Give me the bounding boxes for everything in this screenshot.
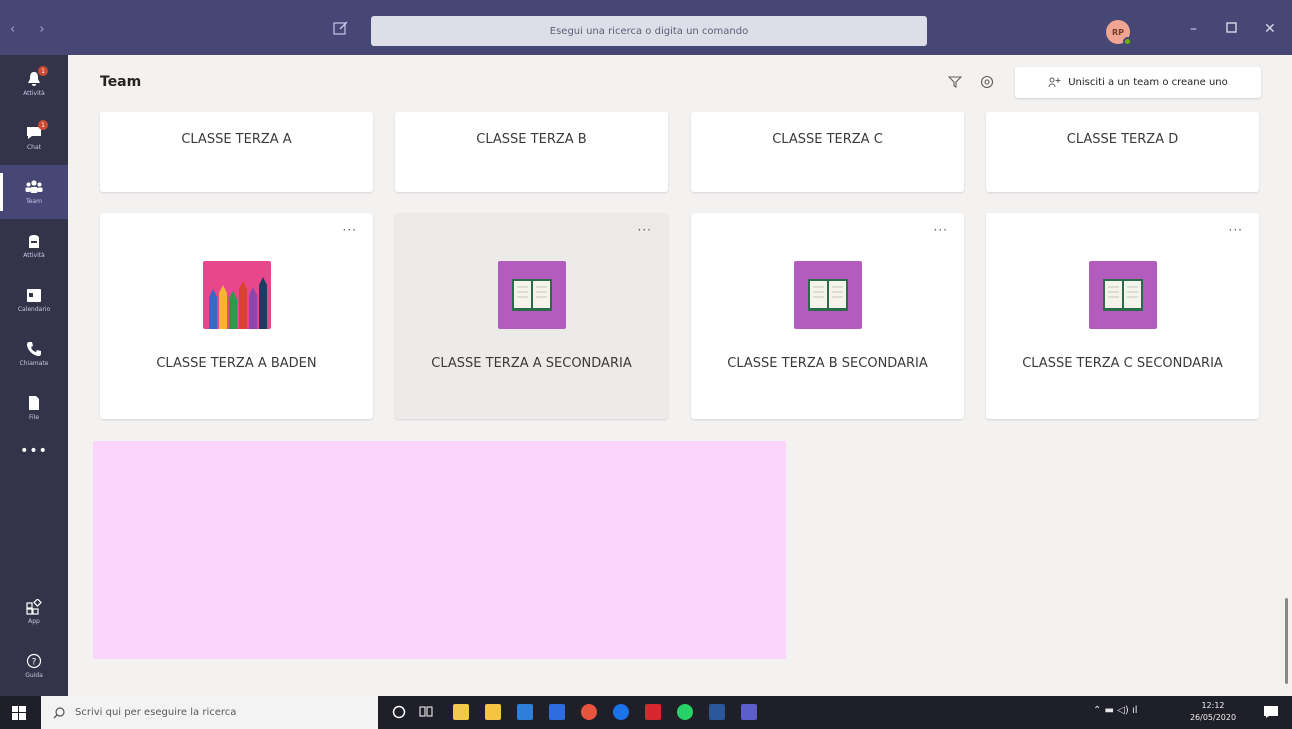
team-name: CLASSE TERZA A BADEN — [156, 356, 317, 371]
rail-item-apps[interactable]: App — [0, 585, 68, 639]
app-rail: 1 Attività 1 Chat Team Attività Calendar… — [0, 55, 68, 696]
rail-label: Calendario — [17, 306, 51, 313]
file-icon — [29, 396, 39, 410]
gear-icon[interactable] — [980, 75, 994, 89]
team-name: CLASSE TERZA A — [181, 132, 292, 147]
store-icon[interactable] — [453, 704, 469, 720]
office-icon[interactable] — [645, 704, 661, 720]
phone-icon — [27, 342, 41, 356]
teams-taskbar-icon[interactable] — [741, 704, 757, 720]
more-options-button[interactable]: ··· — [638, 223, 652, 237]
activity-badge: 1 — [38, 66, 48, 76]
help-icon: ? — [26, 653, 42, 669]
minimize-button[interactable]: – — [1190, 22, 1197, 36]
cortana-icon[interactable] — [392, 705, 406, 719]
windows-start-icon[interactable] — [12, 706, 26, 720]
add-team-icon — [1048, 77, 1061, 88]
apps-icon — [26, 599, 42, 615]
team-tile-book — [794, 261, 862, 329]
notifications-icon[interactable] — [1263, 705, 1279, 719]
team-card[interactable]: CLASSE TERZA C — [691, 112, 964, 192]
taskbar-search-input[interactable]: Scrivi qui per eseguire la ricerca — [41, 696, 378, 729]
team-tile-book — [1089, 261, 1157, 329]
avatar[interactable]: RP — [1106, 20, 1132, 46]
avatar-initials: RP — [1111, 27, 1125, 37]
rail-item-assignments[interactable]: Attività — [0, 219, 68, 273]
team-name: CLASSE TERZA D — [1066, 132, 1179, 147]
scrollbar[interactable] — [1285, 598, 1288, 684]
more-options-button[interactable]: ··· — [1229, 223, 1243, 237]
team-card[interactable]: CLASSE TERZA A — [100, 112, 373, 192]
taskbar-clock[interactable]: 12:12 26/05/2020 — [1180, 700, 1246, 724]
compose-icon[interactable] — [333, 20, 349, 36]
task-view-icon[interactable] — [419, 705, 433, 719]
svg-text:?: ? — [32, 658, 37, 668]
search-input[interactable]: Esegui una ricerca o digita un comando — [371, 16, 927, 46]
rail-label: Team — [26, 198, 42, 205]
chrome-icon[interactable] — [581, 704, 597, 720]
taskbar-search-placeholder: Scrivi qui per eseguire la ricerca — [75, 707, 237, 718]
whatsapp-icon[interactable] — [677, 704, 693, 720]
join-button-label: Unisciti a un team o creane uno — [1068, 77, 1228, 88]
rail-label: Chat — [26, 144, 42, 151]
nav-arrows[interactable]: ‹ › — [10, 22, 55, 37]
search-icon — [53, 706, 65, 718]
team-card[interactable]: ··· CLASSE TERZA A SECONDARIA — [395, 213, 668, 419]
more-apps-button[interactable]: ••• — [0, 443, 68, 459]
rail-label: Chiamate — [19, 360, 49, 367]
rail-label: App — [28, 618, 40, 625]
teams-icon — [25, 180, 43, 193]
rail-item-calendar[interactable]: Calendario — [0, 273, 68, 327]
chat-badge: 1 — [38, 120, 48, 130]
team-tile-pencils — [203, 261, 271, 329]
presence-indicator — [1123, 37, 1132, 46]
team-card[interactable]: ··· CLASSE TERZA B SECONDARIA — [691, 213, 964, 419]
clock-date: 26/05/2020 — [1189, 713, 1237, 722]
rail-item-files[interactable]: File — [0, 381, 68, 435]
rail-label: Attività — [23, 90, 45, 97]
maximize-icon — [1226, 22, 1237, 33]
rail-item-teams[interactable]: Team — [0, 165, 68, 219]
rail-item-activity[interactable]: 1 Attività — [0, 57, 68, 111]
team-name: CLASSE TERZA A SECONDARIA — [431, 356, 632, 371]
rail-item-calls[interactable]: Chiamate — [0, 327, 68, 381]
rail-label: File — [28, 414, 40, 421]
highlight-overlay — [93, 441, 786, 659]
calendar-icon — [27, 289, 41, 302]
team-name: CLASSE TERZA B — [476, 132, 587, 147]
team-card[interactable]: CLASSE TERZA D — [986, 112, 1259, 192]
book-icon — [1103, 279, 1143, 311]
book-icon — [512, 279, 552, 311]
book-icon — [808, 279, 848, 311]
team-name: CLASSE TERZA C — [772, 132, 883, 147]
close-button[interactable]: ✕ — [1264, 22, 1276, 36]
more-options-button[interactable]: ··· — [343, 223, 357, 237]
maximize-button[interactable] — [1226, 22, 1237, 36]
file-explorer-icon[interactable] — [485, 704, 501, 720]
rail-item-help[interactable]: ? Guida — [0, 639, 68, 693]
clock-time: 12:12 — [1201, 701, 1225, 710]
page-title: Team — [100, 74, 142, 90]
system-tray[interactable]: ⌃ ▬ ◁) ıl — [1093, 705, 1138, 716]
browser-icon[interactable] — [613, 704, 629, 720]
rail-label: Attività — [23, 252, 45, 259]
team-card[interactable]: CLASSE TERZA B — [395, 112, 668, 192]
rail-label: Guida — [25, 672, 43, 679]
assignments-icon — [29, 235, 39, 248]
word-icon[interactable] — [709, 704, 725, 720]
rail-item-chat[interactable]: 1 Chat — [0, 111, 68, 165]
title-bar: ‹ › Esegui una ricerca o digita un coman… — [0, 0, 1292, 55]
more-options-button[interactable]: ··· — [934, 223, 948, 237]
team-name: CLASSE TERZA C SECONDARIA — [1022, 356, 1223, 371]
mail-icon[interactable] — [549, 704, 565, 720]
taskbar: Scrivi qui per eseguire la ricerca ⌃ ▬ ◁… — [0, 696, 1292, 729]
team-card[interactable]: ··· CLASSE TERZA A BADEN — [100, 213, 373, 419]
team-card[interactable]: ··· CLASSE TERZA C SECONDARIA — [986, 213, 1259, 419]
calendar-app-icon[interactable] — [517, 704, 533, 720]
filter-icon[interactable] — [948, 76, 962, 88]
team-name: CLASSE TERZA B SECONDARIA — [727, 356, 928, 371]
team-tile-book — [498, 261, 566, 329]
join-or-create-team-button[interactable]: Unisciti a un team o creane uno — [1015, 67, 1261, 98]
pencils-icon — [209, 277, 267, 329]
